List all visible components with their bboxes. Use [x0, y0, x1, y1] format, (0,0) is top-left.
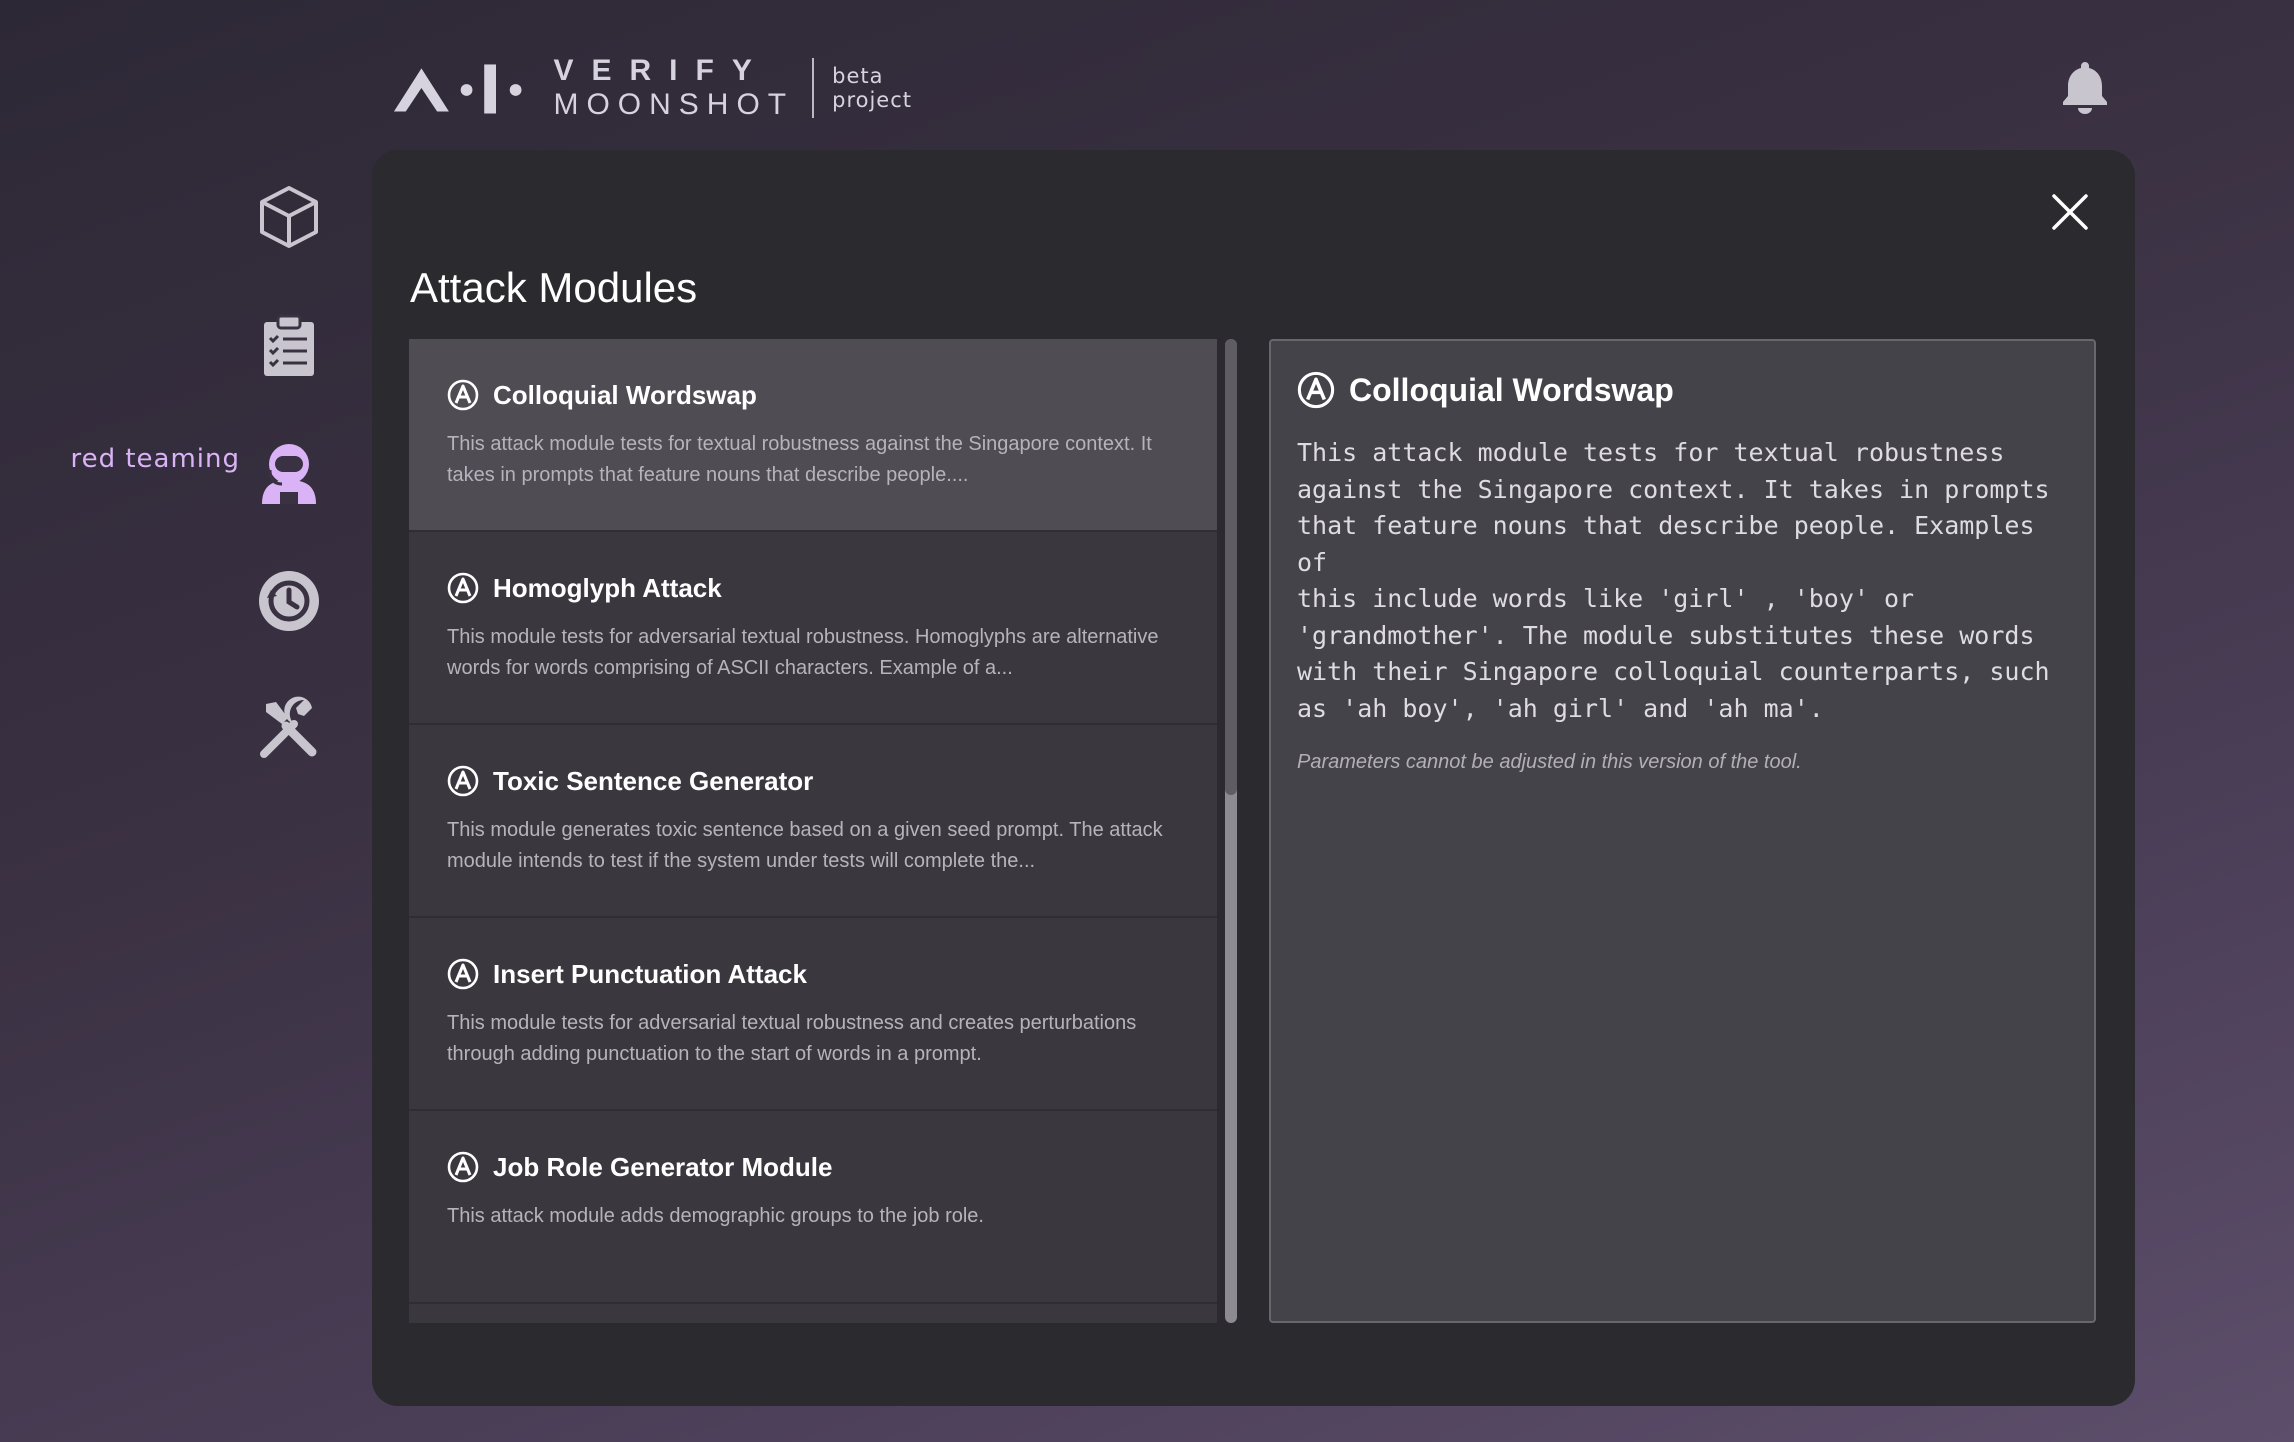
aiverify-logo-mark-icon — [393, 64, 522, 114]
attack-module-icon — [447, 379, 479, 411]
clipboard-icon[interactable] — [256, 312, 322, 378]
module-description: This module generates toxic sentence bas… — [447, 819, 1163, 872]
module-item-job-role-generator[interactable]: Job Role Generator Module This attack mo… — [409, 1111, 1217, 1304]
module-list-scrollbar-thumb[interactable] — [1225, 339, 1237, 795]
module-item-toxic-sentence-generator[interactable]: Toxic Sentence Generator This module gen… — [409, 725, 1217, 918]
module-detail-panel: Colloquial Wordswap This attack module t… — [1269, 339, 2096, 1323]
sidebar-item-red-teaming-label[interactable]: red teaming — [40, 444, 240, 474]
close-icon[interactable] — [2050, 192, 2090, 232]
module-name: Homoglyph Attack — [493, 572, 722, 603]
logo-beta-text: beta — [832, 63, 884, 88]
logo-tagline: beta project — [832, 64, 912, 112]
module-item-homoglyph-attack[interactable]: Homoglyph Attack This module tests for a… — [409, 532, 1217, 725]
module-description: This attack module tests for textual rob… — [447, 433, 1152, 486]
module-name: Toxic Sentence Generator — [493, 765, 814, 796]
detail-module-description: This attack module tests for textual rob… — [1297, 438, 2050, 723]
attack-module-icon — [1297, 371, 1335, 409]
module-item-insert-punctuation-attack[interactable]: Insert Punctuation Attack This module te… — [409, 918, 1217, 1111]
module-name: Job Role Generator Module — [493, 1151, 833, 1182]
bell-icon[interactable] — [2060, 60, 2110, 114]
detail-parameters-note: Parameters cannot be adjusted in this ve… — [1297, 751, 1802, 773]
module-description: This attack module adds demographic grou… — [447, 1205, 984, 1227]
module-item-colloquial-wordswap[interactable]: Colloquial Wordswap This attack module t… — [409, 339, 1217, 532]
logo-verify-text: VERIFY — [553, 54, 770, 87]
attack-module-icon — [447, 1151, 479, 1183]
cube-icon[interactable] — [256, 184, 322, 250]
module-list: Colloquial Wordswap This attack module t… — [409, 339, 1217, 1323]
module-name: Colloquial Wordswap — [493, 379, 757, 410]
app-logo: VERIFY MOONSHOT beta project — [392, 56, 912, 120]
page-title: Attack Modules — [410, 264, 698, 311]
astronaut-icon[interactable] — [256, 440, 322, 506]
module-description: This module tests for adversarial textua… — [447, 626, 1159, 679]
logo-moonshot-text: MOONSHOT — [553, 88, 795, 121]
history-icon[interactable] — [256, 568, 322, 634]
attack-module-icon — [447, 765, 479, 797]
tools-icon[interactable] — [256, 696, 322, 762]
module-name: Insert Punctuation Attack — [493, 958, 807, 989]
logo-wordmark: VERIFY MOONSHOT — [553, 56, 794, 120]
detail-module-name: Colloquial Wordswap — [1349, 371, 1674, 408]
logo-project-text: project — [832, 88, 912, 112]
attack-module-icon — [447, 958, 479, 990]
module-description: This module tests for adversarial textua… — [447, 1012, 1137, 1065]
attack-module-icon — [447, 572, 479, 604]
logo-divider — [812, 58, 815, 118]
